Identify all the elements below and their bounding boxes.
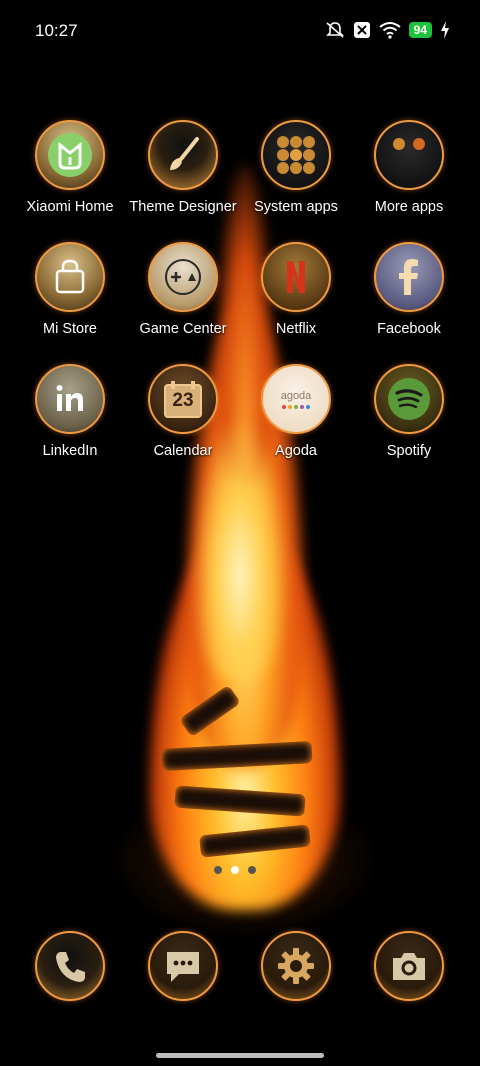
app-label: Facebook xyxy=(377,321,441,337)
page-dot[interactable] xyxy=(214,866,222,874)
calendar-day: 23 xyxy=(172,390,194,411)
app-label: LinkedIn xyxy=(42,443,98,459)
app-label: Agoda xyxy=(275,443,317,459)
folder-system-apps[interactable]: System apps xyxy=(238,120,354,215)
page-indicator[interactable] xyxy=(214,866,256,874)
app-label: Theme Designer xyxy=(129,199,237,215)
netflix-icon xyxy=(261,242,331,312)
app-label: Spotify xyxy=(386,443,432,459)
spotify-icon xyxy=(374,364,444,434)
app-label: Calendar xyxy=(153,443,213,459)
page-dot[interactable] xyxy=(248,866,256,874)
dock-messages[interactable] xyxy=(125,931,241,1001)
gamepad-icon xyxy=(148,242,218,312)
app-spotify[interactable]: Spotify xyxy=(351,364,467,459)
linkedin-icon xyxy=(35,364,105,434)
app-facebook[interactable]: Facebook xyxy=(351,242,467,337)
home-gesture-bar[interactable] xyxy=(156,1053,324,1058)
dock-camera[interactable] xyxy=(351,931,467,1001)
app-label: Netflix xyxy=(275,321,317,337)
mute-icon xyxy=(325,21,345,39)
dock-settings[interactable] xyxy=(238,931,354,1001)
dock-phone[interactable] xyxy=(12,931,128,1001)
app-label: Xiaomi Home xyxy=(26,199,114,215)
app-netflix[interactable]: Netflix xyxy=(238,242,354,337)
app-calendar[interactable]: 23 Calendar xyxy=(125,364,241,459)
wifi-icon xyxy=(379,21,401,39)
battery-icon: 94 xyxy=(408,22,432,38)
paintbrush-icon xyxy=(148,120,218,190)
app-agoda[interactable]: agoda Agoda xyxy=(238,364,354,459)
folder-icon xyxy=(374,120,444,190)
status-bar: 10:27 94 xyxy=(0,0,480,62)
phone-icon xyxy=(35,931,105,1001)
x-notification-icon xyxy=(353,21,371,39)
xiaomi-home-icon xyxy=(35,120,105,190)
app-label: Game Center xyxy=(139,321,227,337)
folder-grid-icon xyxy=(261,120,331,190)
app-linkedin[interactable]: LinkedIn xyxy=(12,364,128,459)
status-time: 10:27 xyxy=(35,21,78,40)
agoda-logo-text: agoda xyxy=(280,389,312,402)
app-theme-designer[interactable]: Theme Designer xyxy=(125,120,241,215)
facebook-icon xyxy=(374,242,444,312)
app-mi-store[interactable]: Mi Store xyxy=(12,242,128,337)
agoda-icon: agoda xyxy=(261,364,331,434)
camera-icon xyxy=(374,931,444,1001)
messages-icon xyxy=(148,931,218,1001)
app-game-center[interactable]: Game Center xyxy=(125,242,241,337)
app-label: Mi Store xyxy=(43,321,97,337)
settings-icon xyxy=(261,931,331,1001)
shopping-bag-icon xyxy=(35,242,105,312)
app-label: System apps xyxy=(254,199,338,215)
folder-more-apps[interactable]: More apps xyxy=(351,120,467,215)
page-dot-active[interactable] xyxy=(231,866,239,874)
app-xiaomi-home[interactable]: Xiaomi Home xyxy=(12,120,128,215)
calendar-icon: 23 xyxy=(148,364,218,434)
charging-icon xyxy=(440,21,450,39)
app-label: More apps xyxy=(374,199,444,215)
